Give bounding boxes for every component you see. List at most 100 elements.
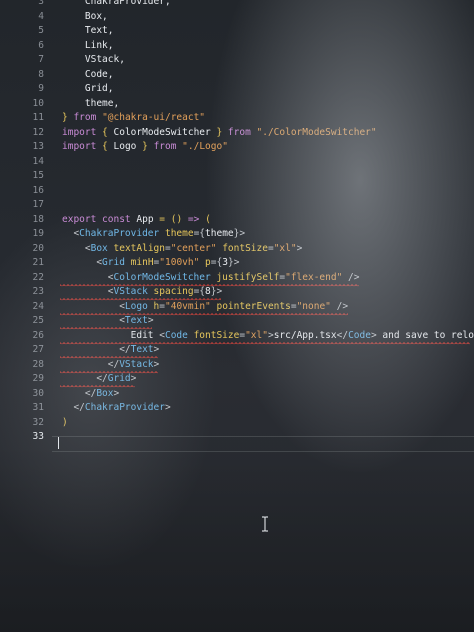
code-token: from	[227, 126, 257, 138]
line-number: 26	[32, 329, 44, 341]
code-token: Logo	[113, 141, 143, 152]
code-token: />	[348, 271, 360, 283]
code-token: }>	[227, 257, 240, 268]
code-line[interactable]: Text,	[62, 25, 114, 36]
code-token: theme,	[62, 97, 120, 109]
line-number: 5	[38, 25, 44, 36]
code-token: ChakraProvider	[79, 228, 165, 239]
line-number: 14	[32, 155, 44, 167]
code-token: from	[153, 141, 183, 152]
code-token: export	[62, 213, 103, 225]
code-token: =>	[187, 213, 206, 225]
code-token: Link,	[62, 39, 114, 51]
line-number: 9	[38, 83, 44, 94]
code-token: <	[62, 315, 125, 326]
code-line[interactable]: import { ColorModeSwitcher } from "./Col…	[62, 127, 377, 138]
code-token: Box	[90, 242, 114, 254]
line-number: 4	[38, 10, 44, 22]
code-token: justifySelf	[216, 271, 280, 283]
code-token: VStack,	[62, 54, 125, 65]
code-token: ={	[193, 228, 206, 239]
line-number: 20	[32, 242, 44, 254]
line-number: 19	[32, 228, 44, 239]
code-line[interactable]: VStack,	[62, 54, 125, 65]
code-line[interactable]: export const App = () => (	[62, 214, 211, 225]
code-line[interactable]: <ColorModeSwitcher justifySelf="flex-end…	[62, 271, 360, 283]
line-number: 29	[32, 373, 44, 384]
code-token: <	[62, 300, 125, 312]
code-token: "center"	[170, 242, 223, 254]
code-token: textAlign	[113, 242, 165, 254]
code-token: Text	[124, 315, 148, 326]
line-number: 12	[32, 126, 44, 138]
code-token: >	[153, 358, 160, 370]
code-line[interactable]: ChakraProvider,	[62, 0, 171, 7]
line-number-gutter: 3 4 5 6 7 8 9 10 11 12 13 14 15 16 17 18 19 20 21 22 23 24 25 2…	[0, 0, 52, 632]
code-token: </	[62, 387, 97, 399]
code-line[interactable]: )	[62, 417, 68, 428]
code-line[interactable]: <Box textAlign="center" fontSize="xl">	[62, 243, 302, 254]
code-token: (	[205, 213, 211, 225]
code-token: >	[113, 387, 120, 399]
code-token: </	[62, 402, 85, 413]
code-editor-screen: 3 4 5 6 7 8 9 10 11 12 13 14 15 16 17 18 19 20 21 22 23 24 25 2…	[0, 0, 474, 632]
code-line[interactable]: Link,	[62, 39, 114, 51]
code-line[interactable]: </Box>	[62, 388, 119, 399]
code-line[interactable]: theme,	[62, 98, 119, 109]
code-line[interactable]: </Text>	[62, 344, 159, 355]
line-number: 30	[32, 387, 44, 399]
code-line[interactable]: <Grid minH="100vh" p={3}>	[62, 257, 239, 268]
code-token: "xl"	[245, 329, 268, 341]
code-token: <	[62, 286, 114, 297]
line-number: 13	[32, 141, 44, 152]
line-number: 33	[32, 431, 44, 442]
code-token: Code	[348, 329, 371, 341]
code-line[interactable]: <ChakraProvider theme={theme}>	[62, 228, 245, 239]
code-token: }>	[210, 286, 223, 297]
code-line[interactable]: <Logo h="40vmin" pointerEvents="none" />	[62, 301, 348, 312]
code-token: />	[336, 300, 349, 312]
line-number: 3	[38, 0, 44, 7]
code-token: }	[216, 126, 228, 138]
code-token: Text,	[62, 25, 114, 36]
code-token: }	[142, 141, 154, 152]
code-line[interactable]: import { Logo } from "./Logo"	[62, 141, 228, 152]
line-number: 10	[32, 97, 44, 109]
current-line-highlight	[52, 436, 474, 452]
code-token: "@chakra-ui/react"	[102, 112, 206, 123]
code-token: minH	[130, 257, 154, 268]
code-token: pointerEvents	[216, 300, 291, 312]
code-line[interactable]: <Text>	[62, 315, 153, 326]
code-token: ={	[193, 286, 206, 297]
code-token: >	[153, 344, 160, 355]
code-token: ColorModeSwitcher	[113, 126, 217, 138]
code-token: ChakraProvider	[84, 402, 165, 413]
code-token: Code	[164, 329, 194, 341]
code-line[interactable]: <VStack spacing={8}>	[62, 286, 222, 297]
code-line[interactable]: Box,	[62, 11, 108, 22]
text-cursor	[58, 437, 59, 449]
code-line[interactable]: Code,	[62, 69, 114, 80]
code-line[interactable]: } from "@chakra-ui/react"	[62, 112, 205, 123]
code-token: "none"	[296, 300, 337, 312]
line-number: 8	[38, 68, 44, 80]
code-token: Text	[130, 344, 154, 355]
code-token: Box	[96, 387, 114, 399]
code-token: {	[102, 126, 114, 138]
code-token: import	[62, 126, 103, 138]
code-token: )	[62, 416, 68, 428]
code-line[interactable]: Edit <Code fontSize="xl">src/App.tsx</Co…	[62, 330, 474, 341]
code-token: fontSize	[222, 242, 268, 254]
code-token: ={	[210, 257, 223, 268]
code-token: theme	[164, 228, 194, 239]
code-token: Box,	[62, 10, 108, 22]
code-token: >	[296, 242, 303, 254]
code-line[interactable]: </ChakraProvider>	[62, 402, 170, 413]
code-token: App	[136, 213, 160, 225]
code-line[interactable]: </Grid>	[62, 373, 136, 384]
line-number: 6	[38, 39, 44, 51]
code-line[interactable]: </VStack>	[62, 358, 160, 370]
code-token: ColorModeSwitcher	[113, 271, 217, 283]
code-token: "xl"	[273, 242, 297, 254]
code-line[interactable]: Grid,	[62, 83, 114, 94]
